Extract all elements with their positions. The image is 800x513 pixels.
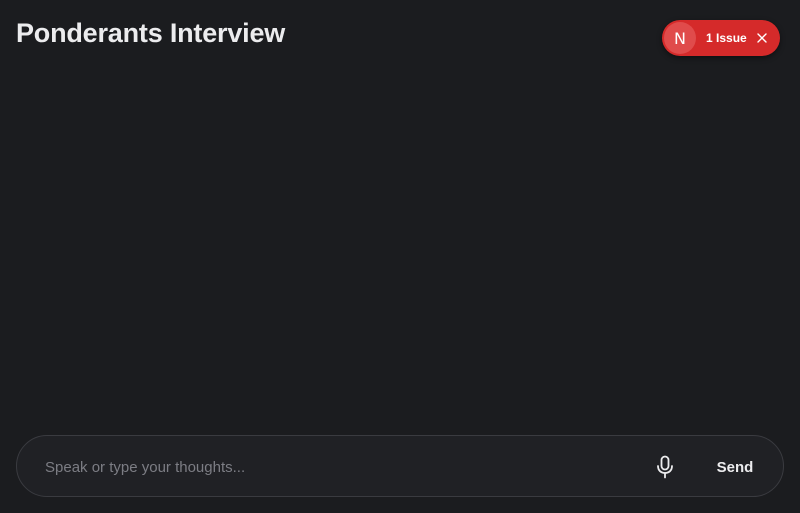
issues-badge[interactable]: N 1 Issue [662,20,780,56]
close-icon[interactable] [755,31,769,45]
microphone-icon[interactable] [653,454,677,480]
send-button[interactable]: Send [707,452,763,482]
issue-count-label: 1 Issue [706,31,747,45]
issue-avatar: N [664,22,696,54]
message-input[interactable] [45,454,625,480]
app-root: Ponderants Interview N 1 Issue Send [0,0,800,513]
page-title: Ponderants Interview [16,18,286,48]
message-composer: Send [16,435,784,497]
